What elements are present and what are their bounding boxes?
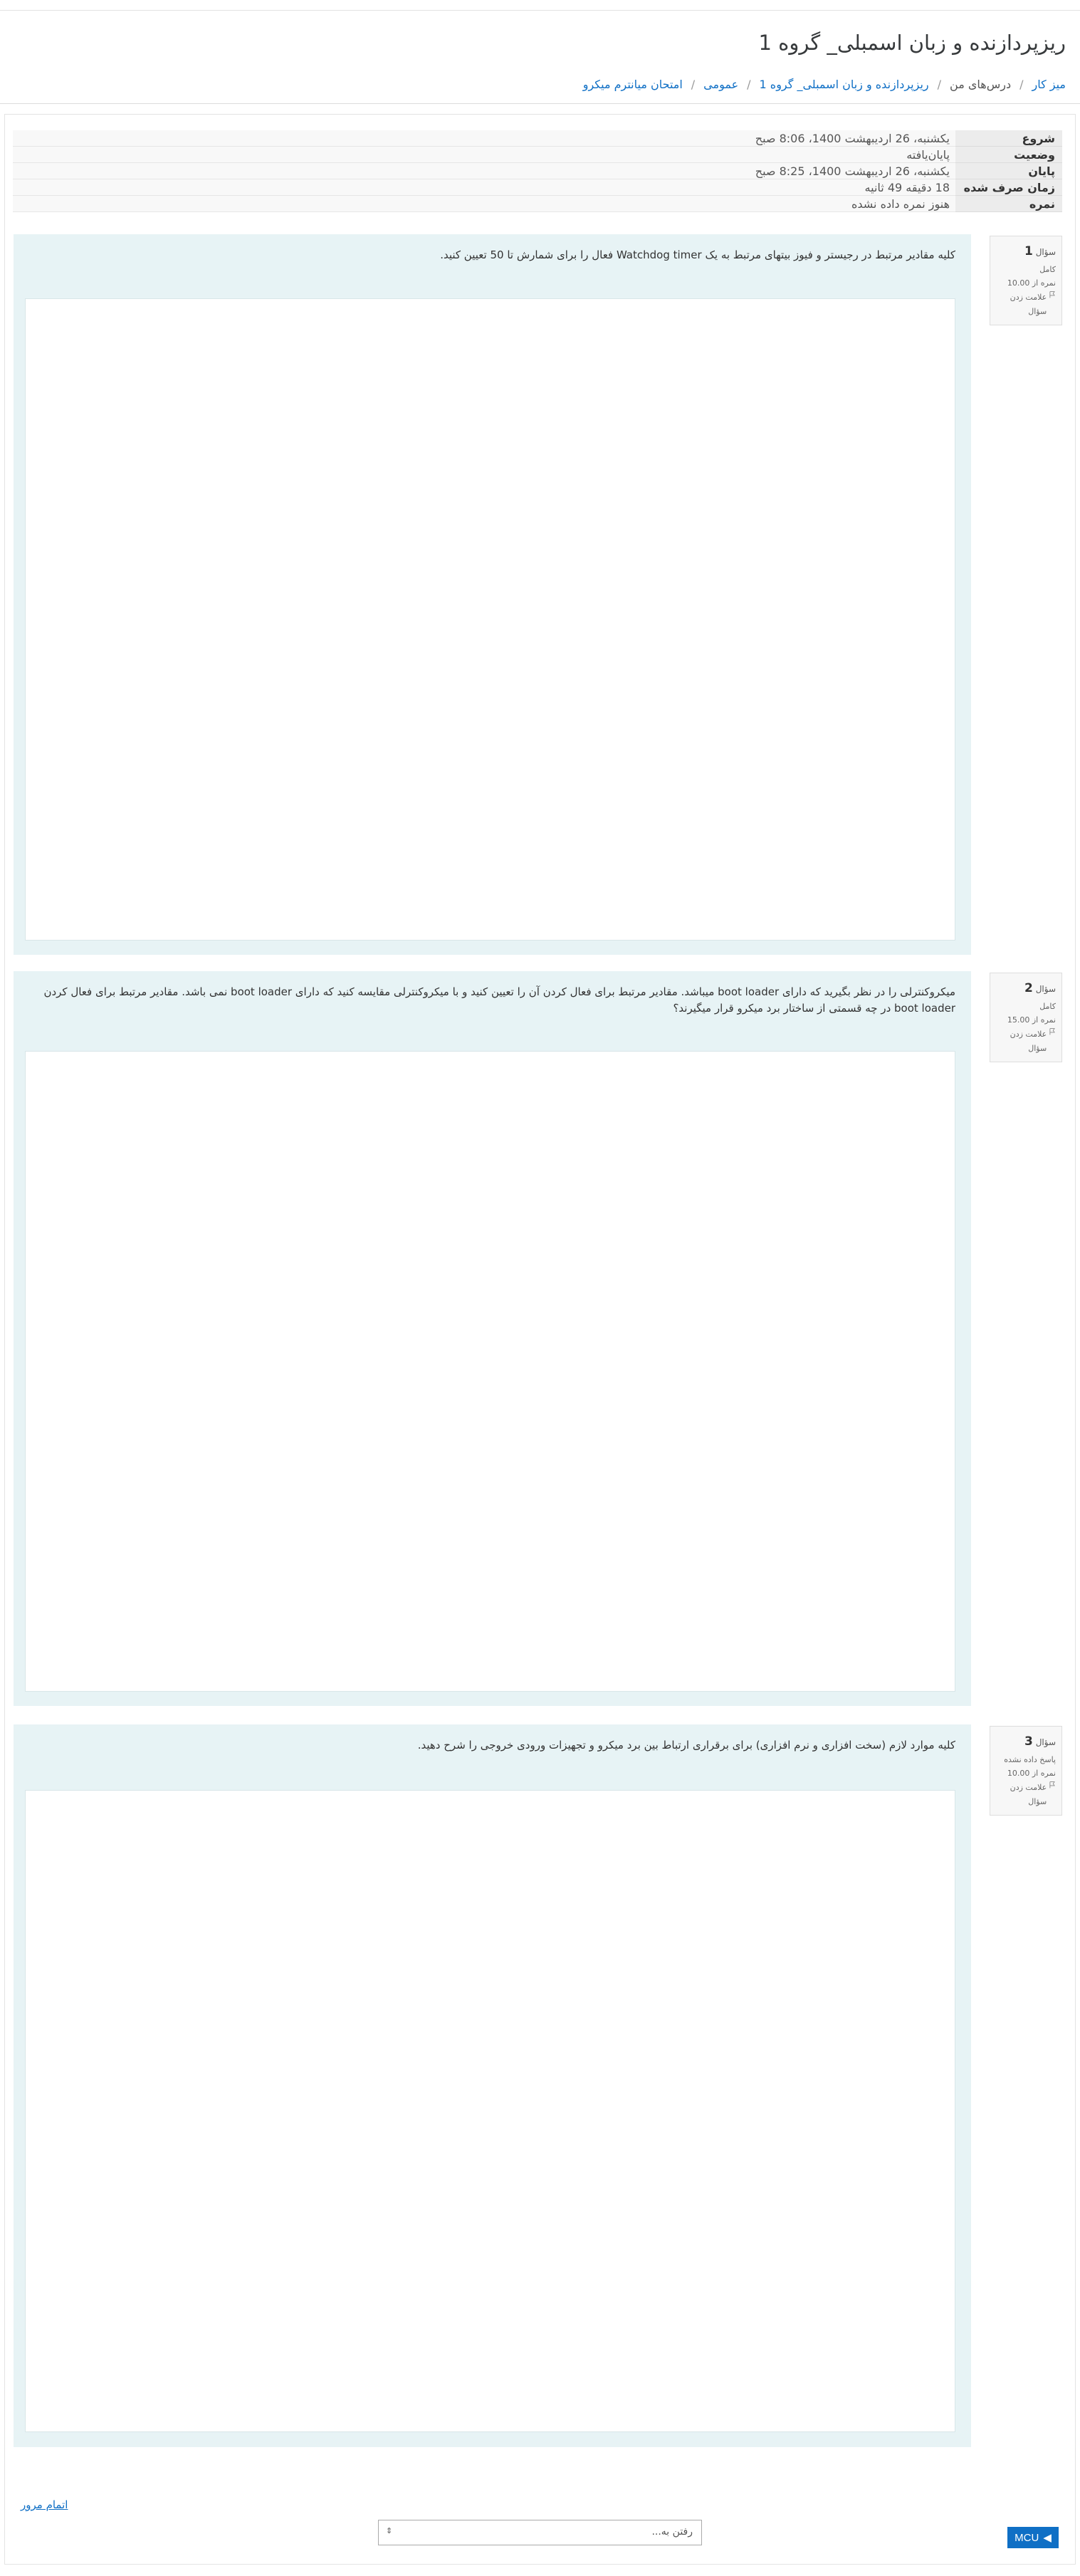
breadcrumb-general[interactable]: عمومی <box>703 78 738 91</box>
flag-label: علامت زدن سؤال <box>1010 293 1047 316</box>
question-marks: نمره از 15.00 <box>1007 1015 1056 1025</box>
page-header: ریزپردازنده و زبان اسمبلی_ گروه 1 میز کا… <box>0 11 1080 104</box>
breadcrumb-separator: / <box>937 78 942 91</box>
question-text: کلیه مقادیر مرتبط در رجیستر و فیوز بیتها… <box>440 248 955 261</box>
quiz-review-region: شروع یکشنبه، 26 اردیبهشت 1400، 8:06 صبح و… <box>4 114 1076 2565</box>
summary-label: وضعیت <box>955 146 1062 163</box>
question-info-2: سؤال 2 کامل نمره از 15.00 علامت زدن سؤال <box>990 973 1062 1062</box>
finish-review-link[interactable]: اتمام مرور <box>21 2498 68 2511</box>
breadcrumb: میز کار / درس‌های من / ریزپردازنده و زبا… <box>583 78 1066 91</box>
answer-area[interactable] <box>25 1051 955 1692</box>
answer-area[interactable] <box>25 1790 955 2432</box>
summary-value: یکشنبه، 26 اردیبهشت 1400، 8:25 صبح <box>13 162 955 179</box>
question-box-3: کلیه موارد لازم (سخت افزاری و نرم افزاری… <box>14 1724 971 2447</box>
question-marks: نمره از 10.00 <box>1007 1769 1056 1779</box>
summary-value: هنوز نمره داده نشده <box>13 195 955 212</box>
summary-value: پایان‌یافته <box>13 146 955 163</box>
summary-label: زمان صرف شده <box>955 179 1062 196</box>
summary-label: نمره <box>955 195 1062 212</box>
question-number: 1 <box>1024 244 1033 258</box>
breadcrumb-dashboard[interactable]: میز کار <box>1032 78 1066 91</box>
summary-row: زمان صرف شده 18 دقیقه 49 ثانیه <box>13 179 1062 196</box>
question-marks: نمره از 10.00 <box>1007 278 1056 288</box>
question-box-2: میکروکنترلی را در نظر بگیرید که دارای bo… <box>14 971 971 1706</box>
question-text: میکروکنترلی را در نظر بگیرید که دارای bo… <box>43 985 955 1015</box>
summary-label: پایان <box>955 162 1062 179</box>
flag-icon <box>1049 1028 1056 1035</box>
summary-row: شروع یکشنبه، 26 اردیبهشت 1400، 8:06 صبح <box>13 130 1062 147</box>
top-bar <box>0 0 1080 11</box>
breadcrumb-course[interactable]: ریزپردازنده و زبان اسمبلی_ گروه 1 <box>760 78 929 91</box>
answer-area[interactable] <box>25 298 955 941</box>
summary-value: 18 دقیقه 49 ثانیه <box>13 179 955 196</box>
breadcrumb-separator: / <box>691 78 696 91</box>
flag-label: علامت زدن سؤال <box>1010 1030 1047 1053</box>
question-state: کامل <box>1039 1001 1056 1011</box>
flag-question-button[interactable]: علامت زدن سؤال <box>996 1027 1056 1056</box>
select-arrows-icon: ⇕ <box>386 2526 393 2535</box>
previous-activity-button[interactable]: ◀ MCU <box>1007 2527 1059 2548</box>
previous-activity-label: MCU <box>1015 2531 1039 2544</box>
breadcrumb-separator: / <box>747 78 751 91</box>
question-number: 3 <box>1024 1734 1033 1749</box>
summary-row: پایان یکشنبه، 26 اردیبهشت 1400، 8:25 صبح <box>13 162 1062 179</box>
breadcrumb-separator: / <box>1019 78 1024 91</box>
summary-label: شروع <box>955 130 1062 147</box>
question-box-1: کلیه مقادیر مرتبط در رجیستر و فیوز بیتها… <box>14 234 971 955</box>
summary-row: نمره هنوز نمره داده نشده <box>13 195 1062 212</box>
question-text: کلیه موارد لازم (سخت افزاری و نرم افزاری… <box>417 1739 955 1752</box>
question-state: کامل <box>1039 264 1056 274</box>
question-info-3: سؤال 3 پاسخ داده نشده نمره از 10.00 علام… <box>990 1726 1062 1816</box>
question-number: 2 <box>1024 981 1033 995</box>
play-icon: ◀ <box>1043 2532 1052 2544</box>
question-state: پاسخ داده نشده <box>1004 1754 1056 1764</box>
summary-value: یکشنبه، 26 اردیبهشت 1400، 8:06 صبح <box>13 130 955 147</box>
jump-to-placeholder: رفتن به... <box>651 2526 693 2538</box>
flag-label: علامت زدن سؤال <box>1010 1783 1047 1806</box>
breadcrumb-my-courses: درس‌های من <box>950 78 1012 91</box>
breadcrumb-quiz[interactable]: امتحان میانترم میکرو <box>583 78 683 91</box>
flag-icon <box>1049 291 1056 298</box>
flag-question-button[interactable]: علامت زدن سؤال <box>996 1781 1056 1809</box>
question-prefix: سؤال <box>1035 984 1056 994</box>
attempt-summary-table: شروع یکشنبه، 26 اردیبهشت 1400، 8:06 صبح و… <box>13 130 1062 212</box>
flag-icon <box>1049 1781 1056 1789</box>
question-info-1: سؤال 1 کامل نمره از 10.00 علامت زدن سؤال <box>990 236 1062 325</box>
page-title: ریزپردازنده و زبان اسمبلی_ گروه 1 <box>758 31 1066 55</box>
summary-row: وضعیت پایان‌یافته <box>13 146 1062 163</box>
flag-question-button[interactable]: علامت زدن سؤال <box>996 290 1056 319</box>
question-prefix: سؤال <box>1035 1737 1056 1747</box>
jump-to-select[interactable]: رفتن به... ⇕ <box>378 2520 702 2545</box>
question-prefix: سؤال <box>1035 247 1056 257</box>
